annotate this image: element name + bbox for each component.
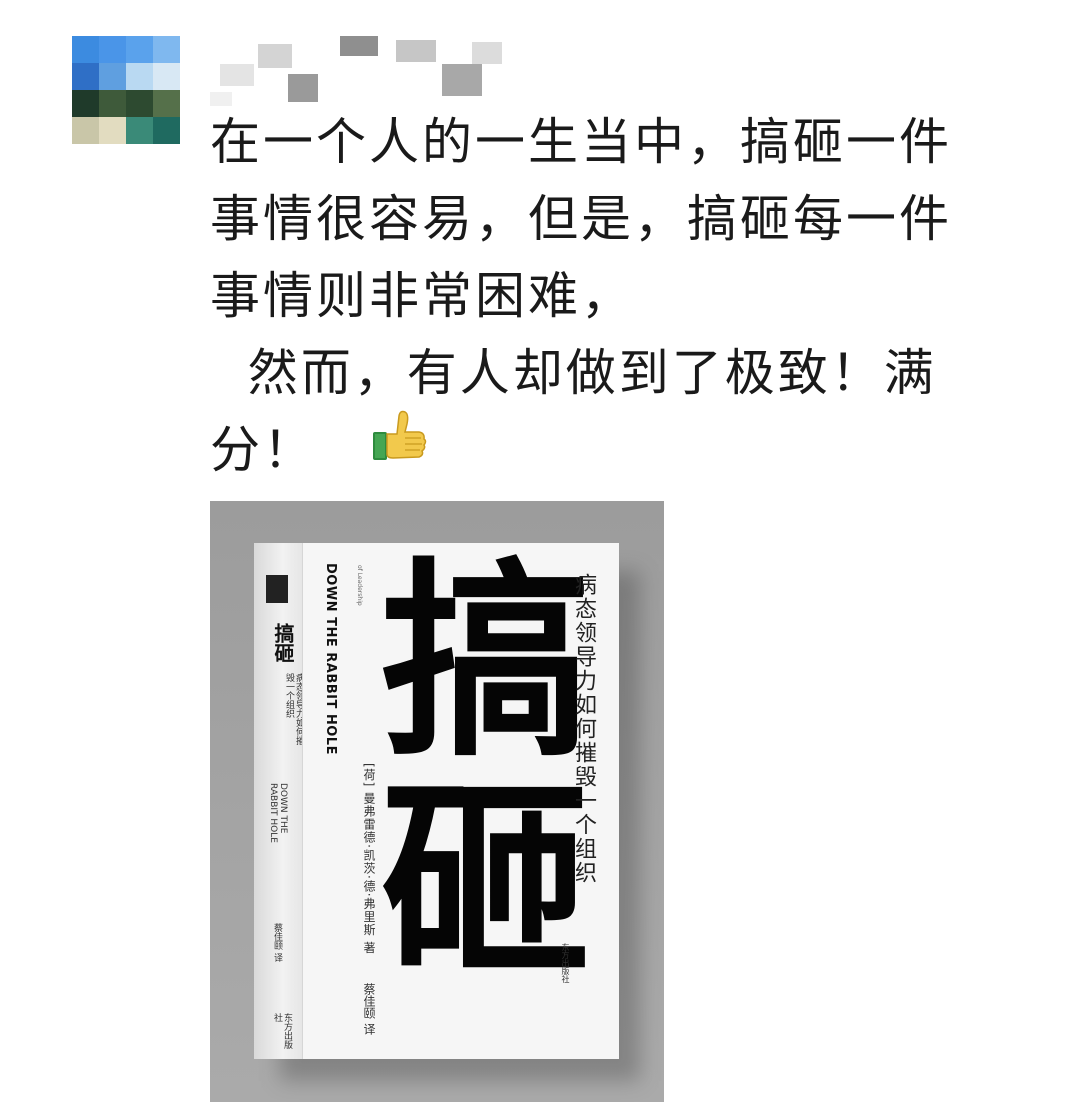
spine-title: 搞砸 [271, 623, 295, 663]
spine-translator: 蔡佳颐 译 [272, 923, 282, 962]
post-text-line: 事情很容易，但是，搞砸每一件 [210, 190, 952, 248]
book-spine: 搞砸 病态领导力如何摧毁一个组织 DOWN THE RABBIT HOLE 蔡佳… [254, 543, 304, 1059]
spine-publisher: 东方出版社 [272, 1013, 292, 1049]
username-redacted[interactable] [210, 34, 510, 106]
post-text-line: 分！ [210, 421, 316, 479]
post-text-line-last: 分！ [210, 410, 1030, 489]
cover-en-subtitle: of Leadership [356, 565, 363, 606]
cover-subtitle: 病态领导力如何摧毁一个组织 [571, 573, 596, 885]
spine-publisher-mark [266, 575, 288, 603]
book-photo[interactable]: 搞砸 病态领导力如何摧毁一个组织 DOWN THE RABBIT HOLE 蔡佳… [210, 501, 664, 1102]
post-text-line: 在一个人的一生当中，搞砸一件 [210, 113, 952, 171]
cover-publisher: 东方出版社 [561, 943, 570, 983]
spine-subtitle: 病态领导力如何摧毁一个组织 [284, 673, 304, 745]
post-text-line: 然而，有人却做到了极致！满 [210, 344, 937, 402]
post-text: 在一个人的一生当中，搞砸一件 事情很容易，但是，搞砸每一件 事情则非常困难， 然… [210, 104, 1030, 489]
cover-title-cn: 搞砸 [381, 540, 592, 1005]
book-cover: DOWN THE RABBIT HOLE of Leadership [荷] 曼… [302, 543, 619, 1059]
cover-author: [荷] 曼弗雷德·凯茨·德·弗里斯 著 [362, 763, 376, 955]
avatar[interactable] [72, 36, 180, 144]
spine-title-en: DOWN THE RABBIT HOLE [268, 783, 288, 843]
thumbs-up-icon [369, 406, 429, 488]
cover-translator: 蔡佳颐 译 [362, 983, 376, 1035]
cover-title-en: DOWN THE RABBIT HOLE [323, 563, 338, 755]
post-text-line: 事情则非常困难， [210, 267, 634, 325]
